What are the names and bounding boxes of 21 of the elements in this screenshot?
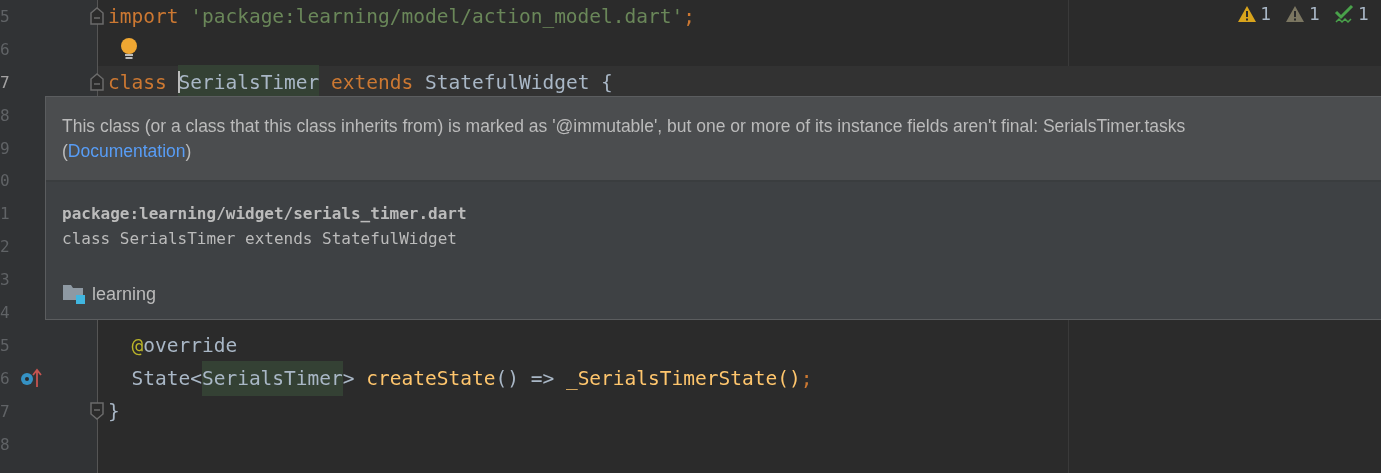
override-icon[interactable] [20, 368, 44, 389]
code-line: import 'package:learning/model/action_model.dart'; [108, 4, 696, 28]
code-line: } [108, 399, 120, 423]
check-icon [1334, 4, 1355, 24]
problem-count[interactable]: 1 [1358, 4, 1369, 24]
file-path: package:learning/widget/serials_timer.dart [62, 203, 468, 225]
problem-count[interactable]: 1 [1260, 4, 1272, 24]
problem-count[interactable]: 1 [1309, 4, 1321, 24]
warning-icon [1285, 5, 1306, 23]
fold-marker-icon[interactable] [90, 72, 104, 91]
fold-marker-icon[interactable] [90, 7, 104, 25]
lightbulb-icon[interactable] [120, 37, 138, 62]
class-signature: class SerialsTimer extends StatefulWidget [62, 228, 458, 250]
fold-marker-icon[interactable] [90, 401, 104, 420]
code-line: @override [130, 333, 238, 357]
code-line: State<SerialsTimer> createState() => _SerialsTimerState(); [108, 360, 813, 396]
line-number: 7 [0, 72, 10, 92]
module-name: learning [92, 283, 157, 305]
folder-icon [62, 283, 86, 305]
warning-icon [1236, 5, 1257, 23]
inspection-message: This class (or a class that this class inherits from) is marked as '@immutable', but one or more of its instance fields aren't final: SerialsTimer.tasks (Documentation) [62, 115, 1187, 163]
